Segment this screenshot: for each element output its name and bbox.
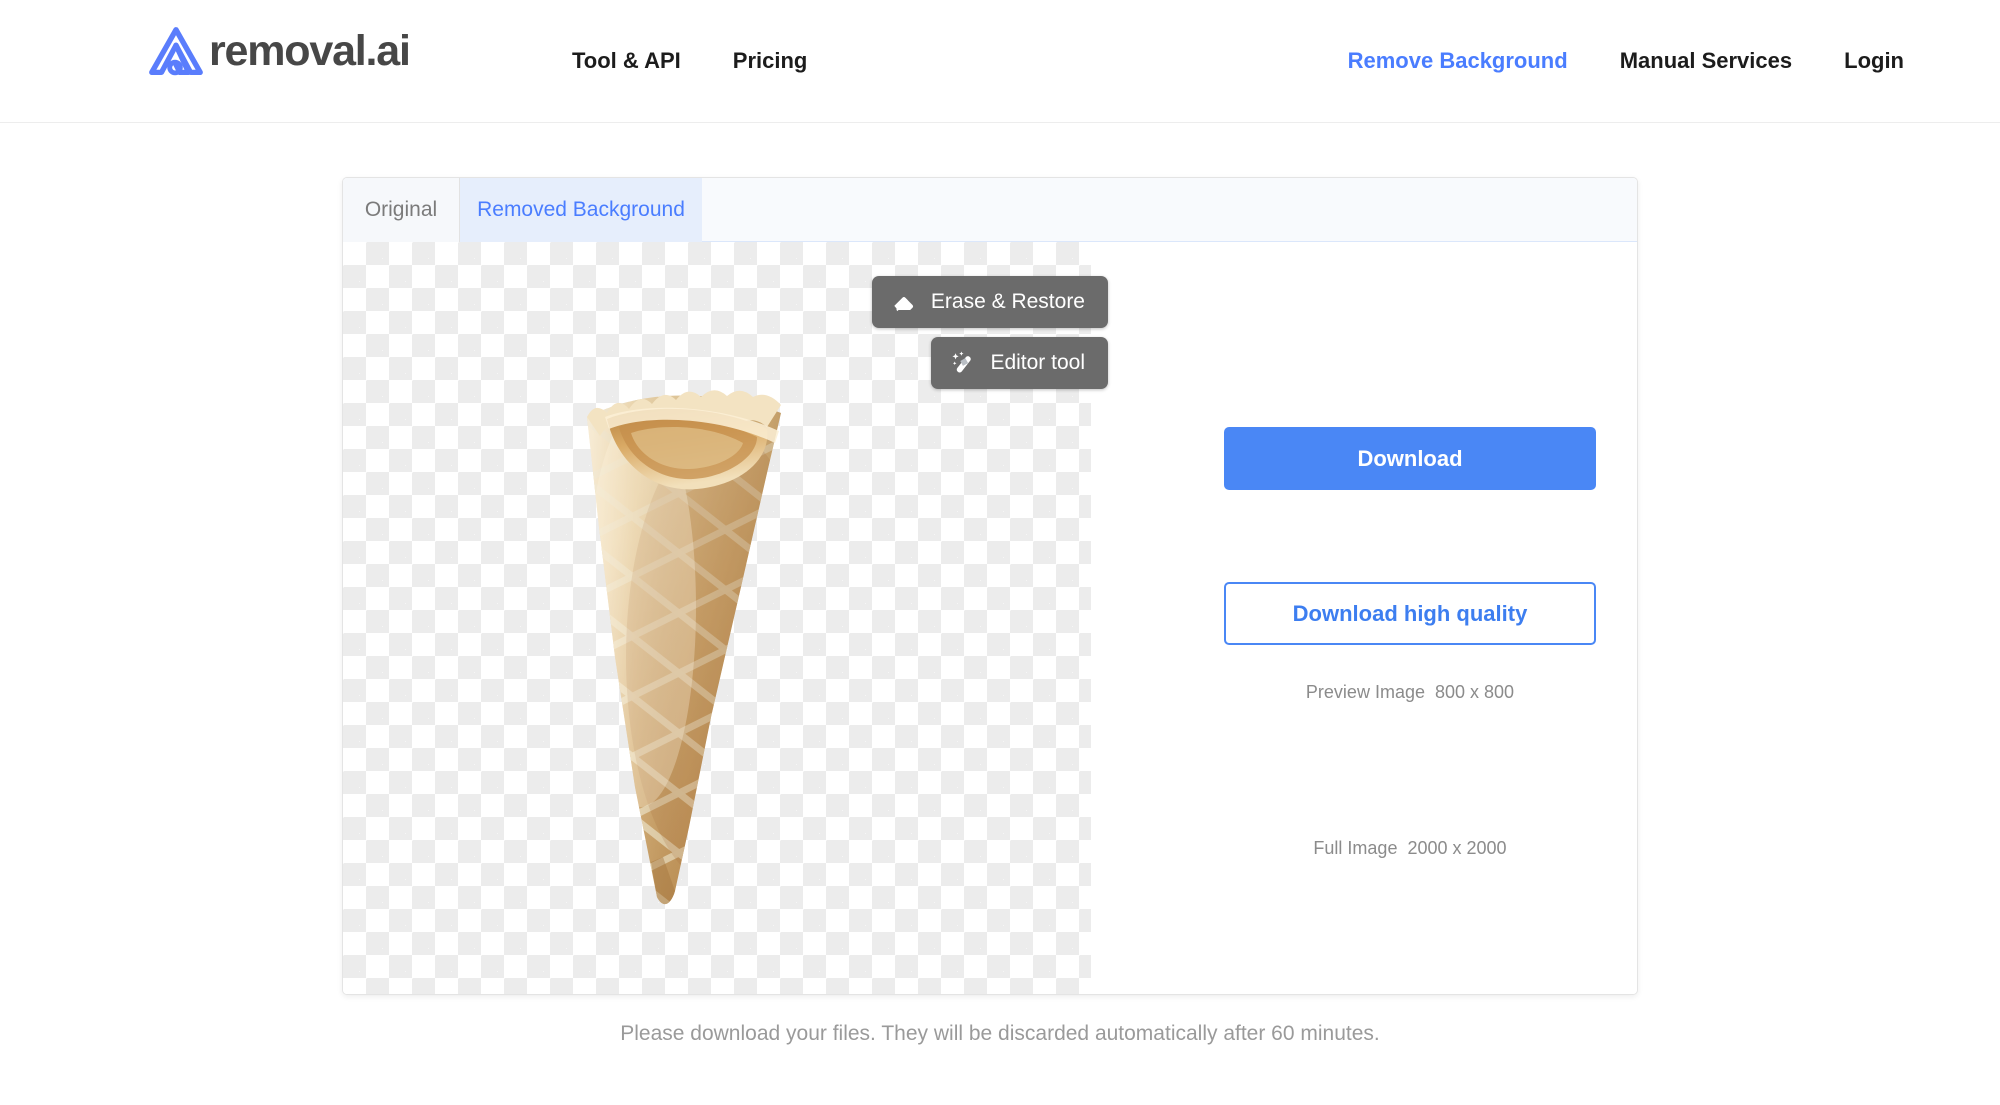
nav-manual-services[interactable]: Manual Services	[1620, 48, 1792, 74]
canvas-tool-buttons: Erase & Restore Editor tool	[871, 276, 1108, 389]
primary-nav-left: Tool & API Pricing	[572, 48, 807, 74]
preview-label: Preview Image	[1305, 682, 1425, 702]
editor-card: Original Removed Background Erase & Rest…	[342, 177, 1638, 995]
download-button[interactable]: Download	[1224, 427, 1596, 490]
site-header: removal.ai Tool & API Pricing Remove Bac…	[0, 0, 2000, 123]
logo[interactable]: removal.ai	[145, 22, 411, 84]
eraser-icon	[892, 289, 918, 315]
download-high-quality-button[interactable]: Download high quality	[1224, 582, 1596, 645]
editor-tabbar: Original Removed Background	[343, 178, 1637, 242]
editor-tool-label: Editor tool	[990, 351, 1085, 374]
removal-logo-icon	[145, 22, 207, 84]
editor-body: Erase & Restore Editor tool Download Pre…	[343, 242, 1637, 994]
download-panel: Download Preview Image 800 x 800 Download…	[1091, 242, 1637, 994]
image-canvas[interactable]: Erase & Restore Editor tool	[343, 242, 1108, 994]
preview-size: 800 x 800	[1434, 682, 1515, 702]
waffle-cone-image	[571, 357, 846, 917]
nav-tool-api[interactable]: Tool & API	[572, 48, 681, 74]
nav-pricing[interactable]: Pricing	[733, 48, 808, 74]
tab-original[interactable]: Original	[343, 178, 460, 242]
nav-remove-background[interactable]: Remove Background	[1348, 48, 1568, 74]
primary-nav-right: Remove Background Manual Services Login	[1348, 48, 1904, 74]
editor-tool-button[interactable]: Editor tool	[931, 337, 1108, 389]
nav-login[interactable]: Login	[1844, 48, 1904, 74]
full-label: Full Image	[1313, 838, 1398, 858]
preview-size-caption: Preview Image 800 x 800	[1224, 682, 1596, 703]
erase-restore-button[interactable]: Erase & Restore	[871, 276, 1108, 328]
erase-restore-label: Erase & Restore	[930, 290, 1085, 313]
magic-wand-icon	[951, 350, 977, 376]
expiry-note: Please download your files. They will be…	[620, 1022, 1380, 1045]
full-size-caption: Full Image 2000 x 2000	[1224, 838, 1596, 859]
full-size: 2000 x 2000	[1407, 838, 1507, 858]
tab-removed-background[interactable]: Removed Background	[460, 178, 702, 242]
logo-text: removal.ai	[209, 26, 411, 75]
